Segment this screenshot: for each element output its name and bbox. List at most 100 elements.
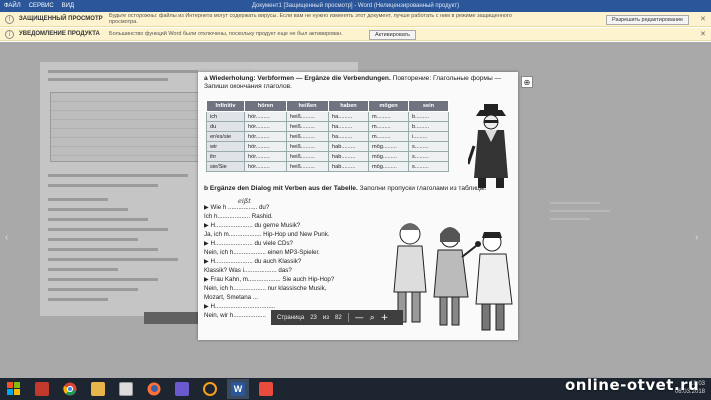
page-navigation: Страница 23 из 82 — ⌕ +	[271, 310, 403, 325]
background-page-right	[540, 192, 660, 342]
table-cell: heiß.........	[286, 111, 329, 122]
dialog-line: Nein, wir h...................	[204, 312, 266, 319]
table-cell: hör.........	[244, 131, 287, 142]
table-row: ich hör......... heiß......... ha.......…	[206, 111, 449, 122]
table-cell: hör.........	[244, 161, 287, 172]
dialog-line: ▶ Frau Kahn, m................... Sie au…	[204, 276, 335, 283]
table-cell: heiß.........	[286, 121, 329, 132]
paint-icon[interactable]	[255, 379, 277, 399]
table-cell: m.........	[368, 121, 409, 132]
table-row: du hör......... heiß......... ha........…	[206, 121, 449, 132]
enable-editing-button[interactable]: Разрешить редактирование	[606, 15, 690, 25]
product-notice-message: Большинство функций Word были отключены,…	[109, 31, 343, 37]
dialog-line: Klassik? Was i................... das?	[204, 267, 292, 274]
table-row: sie/Sie hör......... heiß......... hab..…	[206, 161, 449, 172]
table-cell: s.........	[408, 141, 449, 152]
table-header: Infinitiv	[206, 100, 245, 112]
chrome-icon[interactable]	[59, 379, 81, 399]
table-cell: mög.........	[368, 151, 409, 162]
protected-view-heading: ЗАЩИЩЕННЫЙ ПРОСМОТР	[19, 16, 103, 22]
window-title: Документ1 [Защищенный просмотр] - Word (…	[251, 3, 460, 9]
table-cell: du	[206, 121, 245, 132]
shield-icon: !	[5, 14, 14, 24]
table-header: haben	[328, 100, 369, 112]
table-header: heißen	[286, 100, 329, 112]
search-icon[interactable]: ⌕	[370, 313, 375, 323]
dialog-line: ▶ H...................... du gerne Musik…	[204, 222, 301, 229]
table-cell: s.........	[408, 151, 449, 162]
current-page-input[interactable]: 23	[310, 315, 317, 321]
table-cell: heiß.........	[286, 151, 329, 162]
exercise-b-heading: b Ergänze den Dialog mit Verben aus der …	[204, 185, 487, 192]
table-cell: b.........	[408, 111, 449, 122]
explorer-icon[interactable]	[87, 379, 109, 399]
table-cell: m.........	[368, 131, 409, 142]
table-cell: ha.........	[328, 131, 369, 142]
product-notice-heading: УВЕДОМЛЕНИЕ ПРОДУКТА	[19, 31, 100, 37]
table-cell: mög.........	[368, 161, 409, 172]
table-header: mögen	[368, 100, 409, 112]
table-cell: ha.........	[328, 111, 369, 122]
dialog-line: Mozart, Smetana ...	[204, 294, 258, 301]
table-cell: ha.........	[328, 121, 369, 132]
table-cell: hör.........	[244, 141, 287, 152]
dialog-line: Nein, ich h................... nur klass…	[204, 285, 327, 292]
page-label: Страница	[277, 314, 305, 321]
firefox-icon[interactable]	[143, 379, 165, 399]
verb-table: Infinitiv hören heißen haben mögen sein …	[206, 100, 449, 172]
table-header: sein	[408, 100, 449, 112]
total-pages: 82	[335, 314, 342, 321]
prev-page-arrow-icon[interactable]: ‹	[5, 232, 8, 243]
close-icon[interactable]: ✕	[700, 30, 706, 38]
table-cell: hör.........	[244, 121, 287, 132]
title-bar: ФАЙЛ СЕРВИС ВИД Документ1 [Защищенный пр…	[0, 0, 711, 12]
dialog-line: Ja, ich m................... Hip-Hop und…	[204, 231, 330, 238]
activate-button[interactable]: Активировать	[369, 30, 417, 40]
zoom-in-button[interactable]: +	[381, 313, 389, 323]
zoom-icon[interactable]: ⊕	[521, 76, 533, 88]
table-cell: i.........	[408, 131, 449, 142]
table-cell: heiß.........	[286, 141, 329, 152]
table-cell: hab.........	[328, 161, 369, 172]
table-cell: wir	[206, 141, 245, 152]
reporters-illustration	[393, 223, 513, 331]
protected-view-banner: ! ЗАЩИЩЕННЫЙ ПРОСМОТР Будьте осторожны: …	[0, 12, 711, 27]
tool-icon[interactable]	[171, 379, 193, 399]
exercise-a-heading: a Wiederholung: Verbformen — Ergänze die…	[204, 75, 502, 90]
table-row: er/es/sie hör......... heiß......... ha.…	[206, 131, 449, 142]
table-header: hören	[244, 100, 287, 112]
table-cell: heiß.........	[286, 131, 329, 142]
table-cell: hab.........	[328, 151, 369, 162]
zoom-out-button[interactable]: —	[355, 313, 364, 323]
dialog-line: ▶ H...................... du auch Klassi…	[204, 258, 302, 265]
table-cell: ich	[206, 111, 245, 122]
dialog-line: ▶ Wie h ................. du?	[204, 204, 270, 211]
table-cell: hör.........	[244, 151, 287, 162]
start-icon[interactable]	[3, 379, 25, 399]
page-of-label: из	[322, 314, 329, 321]
table-cell: er/es/sie	[206, 131, 245, 142]
table-cell: hör.........	[244, 111, 287, 122]
watermark: online-otvet.ru	[565, 376, 700, 394]
media-player-icon[interactable]	[31, 379, 53, 399]
dialog-line: Ich h................... Rashid.	[204, 213, 273, 220]
dialog-line: ▶ H...................................	[204, 303, 276, 310]
spy-illustration	[468, 104, 508, 188]
table-cell: mög.........	[368, 141, 409, 152]
close-icon[interactable]: ✕	[700, 15, 706, 23]
table-cell: sie/Sie	[206, 161, 245, 172]
overwatch-icon[interactable]	[199, 379, 221, 399]
dialog-line: Nein, ich h................... einen MP3…	[204, 249, 320, 256]
document-icon[interactable]	[115, 379, 137, 399]
product-notice-banner: i УВЕДОМЛЕНИЕ ПРОДУКТА Большинство функц…	[0, 28, 711, 41]
table-cell: s.........	[408, 161, 449, 172]
table-row: wir hör......... heiß......... hab......…	[206, 141, 449, 152]
document-page: a Wiederholung: Verbformen — Ergänze die…	[198, 72, 518, 340]
info-icon: i	[5, 29, 14, 39]
word-icon[interactable]: W	[227, 379, 249, 399]
table-cell: heiß.........	[286, 161, 329, 172]
dialog-line: ▶ H...................... du viele CDs?	[204, 240, 294, 247]
protected-view-message: Будьте осторожны: файлы из Интернета мог…	[109, 13, 512, 25]
next-page-arrow-icon[interactable]: ›	[695, 232, 698, 243]
table-cell: m.........	[368, 111, 409, 122]
